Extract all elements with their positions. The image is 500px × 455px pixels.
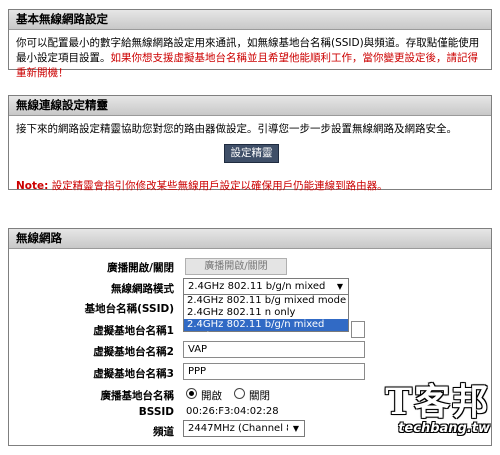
channel-label: 頻道 — [153, 426, 174, 438]
setup-wizard-button[interactable]: 設定精靈 — [224, 144, 279, 163]
channel-select[interactable]: 2447MHz (Channel 8) ▼ — [183, 420, 305, 437]
chevron-down-icon[interactable]: ▼ — [332, 279, 348, 294]
channel-selected-value: 2447MHz (Channel 8) — [188, 423, 297, 434]
basic-settings-body: 你可以配置最小的數字給無線網路設定用來通訊，如無線基地台名稱(SSID)與頻道。… — [9, 30, 491, 85]
note-label: Note: — [16, 180, 49, 192]
mode-option[interactable]: 2.4GHz 802.11 b/g mixed mode — [184, 295, 348, 307]
basic-settings-title: 基本無線網路設定 — [9, 10, 491, 30]
bssid-label: BSSID — [138, 406, 174, 418]
basic-settings-panel: 基本無線網路設定 你可以配置最小的數字給無線網路設定用來通訊，如無線基地台名稱(… — [8, 9, 492, 79]
bssid-value: 00:26:F3:04:02:28 — [186, 406, 279, 417]
broadcast-toggle-button[interactable]: 廣播開啟/關閉 — [185, 258, 287, 275]
note-text: 設定精靈會指引你修改某些無線用戶設定以確保用戶仍能連線到路由器。 — [51, 180, 388, 192]
ssid-label: 基地台名稱(SSID) — [84, 303, 174, 315]
mode-option[interactable]: 2.4GHz 802.11 n only — [184, 307, 348, 319]
ssid-broadcast-label: 廣播基地台名稱 — [100, 390, 175, 402]
vap2-label: 虛擬基地台名稱2 — [93, 346, 174, 358]
radio-off[interactable] — [234, 388, 245, 399]
wizard-desc: 接下來的網路設定精靈協助您對您的路由器做設定。引導您一步一步設置無線網路及網路安… — [16, 123, 457, 135]
chevron-down-icon[interactable]: ▼ — [288, 421, 304, 436]
vap2-input[interactable]: VAP — [183, 341, 365, 358]
mode-label: 無線網路模式 — [111, 283, 174, 295]
wireless-network-panel: 無線網路 廣播開啟/關閉 廣播開啟/關閉 無線網路模式 2.4GHz 802.1… — [8, 228, 492, 446]
broadcast-label: 廣播開啟/關閉 — [107, 262, 174, 274]
wireless-network-title: 無線網路 — [9, 229, 491, 249]
mode-dropdown-list: 2.4GHz 802.11 b/g mixed mode 2.4GHz 802.… — [183, 294, 349, 342]
vap1-input-edge[interactable] — [351, 321, 365, 338]
wizard-title: 無線連線設定精靈 — [9, 96, 491, 116]
mode-select[interactable]: 2.4GHz 802.11 b/g/n mixed mode ▼ — [183, 278, 349, 308]
vap1-label: 虛擬基地台名稱1 — [93, 325, 174, 337]
vap3-label: 虛擬基地台名稱3 — [93, 368, 174, 380]
wizard-panel: 無線連線設定精靈 接下來的網路設定精靈協助您對您的路由器做設定。引導您一步一步設… — [8, 95, 492, 193]
mode-option-selected[interactable]: 2.4GHz 802.11 b/g/n mixed mode — [184, 319, 348, 342]
radio-on-label: 開啟 — [201, 390, 222, 402]
vap3-input[interactable]: PPP — [183, 363, 365, 380]
radio-off-label: 關閉 — [249, 390, 270, 402]
radio-on[interactable] — [186, 388, 197, 399]
wizard-note: Note: 設定精靈會指引你修改某些無線用戶設定以確保用戶仍能連線到路由器。 — [16, 178, 388, 193]
